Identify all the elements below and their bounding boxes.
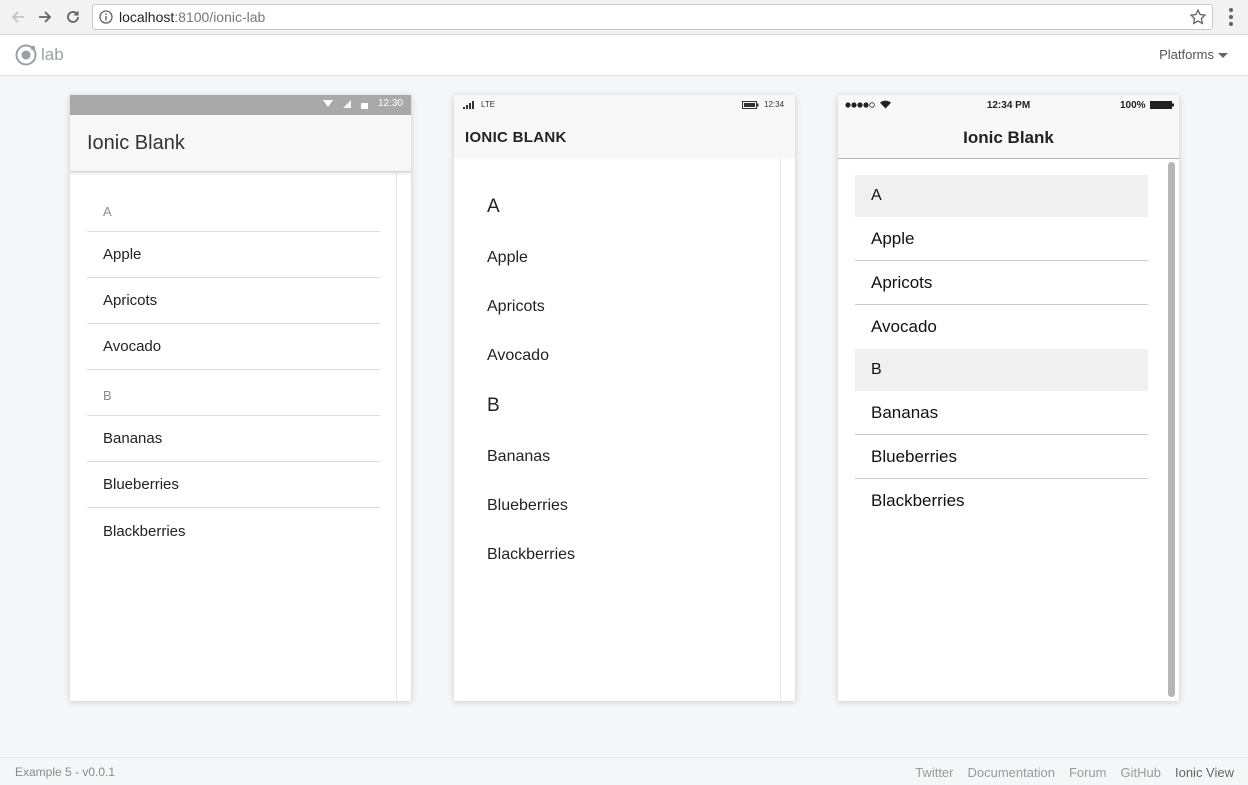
version-label: Example 5 - v0.0.1: [15, 765, 116, 779]
arrow-left-icon: [11, 11, 24, 23]
url-host: localhost: [119, 9, 175, 25]
ios-status-bar: 12:34 PM 100%: [838, 95, 1179, 115]
address-bar[interactable]: localhost:8100/ionic-lab: [92, 4, 1213, 30]
info-icon[interactable]: [99, 10, 113, 24]
platforms-label: Platforms: [1159, 47, 1214, 62]
list-item[interactable]: Blackberries: [487, 530, 767, 579]
url-text[interactable]: localhost:8100/ionic-lab: [119, 9, 265, 25]
caret-down-icon: [1218, 53, 1228, 58]
page-title: Ionic Blank: [963, 128, 1054, 147]
windows-content[interactable]: A Apple Apricots Avocado B Bananas Blueb…: [454, 159, 795, 701]
list-item[interactable]: Avocado: [87, 324, 380, 370]
list-item[interactable]: Bananas: [487, 432, 767, 481]
twitter-link[interactable]: Twitter: [915, 765, 953, 780]
windows-status-bar: LTE 12:34: [454, 95, 795, 115]
network-label: LTE: [481, 100, 496, 109]
url-path: :8100/ionic-lab: [174, 9, 266, 25]
ionic-view-link[interactable]: Ionic View: [1175, 765, 1234, 780]
list-item[interactable]: Blueberries: [487, 481, 767, 530]
forward-button[interactable]: [33, 5, 57, 29]
browser-menu-button[interactable]: [1224, 6, 1238, 28]
windows-time: 12:34: [764, 100, 785, 109]
list-item[interactable]: Blueberries: [855, 435, 1148, 479]
footer-links: Twitter Documentation Forum GitHub Ionic…: [915, 765, 1234, 780]
list-item[interactable]: Apple: [855, 217, 1148, 261]
list-item[interactable]: Apple: [87, 232, 380, 278]
list-header-b: B: [487, 395, 500, 416]
list-header-a: A: [487, 196, 500, 217]
scrollbar[interactable]: [396, 172, 397, 701]
reload-icon: [67, 11, 79, 23]
list-item[interactable]: Bananas: [87, 416, 380, 462]
android-preview: 12:30 Ionic Blank A Apple Apricots Avoca…: [70, 95, 411, 701]
github-link[interactable]: GitHub: [1121, 765, 1161, 780]
list-header-b: B: [855, 349, 1148, 391]
ios-toolbar: Ionic Blank: [838, 115, 1179, 159]
arrow-right-icon: [39, 11, 52, 23]
ios-content[interactable]: A Apple Apricots Avocado B Bananas Blueb…: [838, 159, 1179, 701]
ios-list: A Apple Apricots Avocado B Bananas Blueb…: [855, 175, 1148, 523]
battery-icon: [360, 102, 368, 109]
page-title: Ionic Blank: [87, 132, 185, 154]
list-item[interactable]: Apricots: [87, 278, 380, 324]
list-item[interactable]: Blueberries: [87, 462, 380, 508]
list-item[interactable]: Apricots: [855, 261, 1148, 305]
lab-logo: lab: [14, 43, 64, 67]
list-item[interactable]: Avocado: [855, 305, 1148, 349]
scrollbar[interactable]: [1168, 162, 1175, 697]
reload-button[interactable]: [61, 5, 85, 29]
windows-preview: LTE 12:34 IONIC BLANK A Apple Apricots A…: [454, 95, 795, 701]
documentation-link[interactable]: Documentation: [968, 765, 1055, 780]
signal-bars-icon: [463, 101, 474, 109]
list-item[interactable]: Apricots: [487, 282, 767, 331]
list-item[interactable]: Bananas: [855, 391, 1148, 435]
list-item[interactable]: Blackberries: [855, 479, 1148, 523]
lab-footer: Example 5 - v0.0.1 Twitter Documentation…: [0, 757, 1248, 785]
battery-icon: [742, 101, 759, 109]
ios-preview: 12:34 PM 100% Ionic Blank A Apple Aprico…: [838, 95, 1179, 701]
list-item[interactable]: Blackberries: [87, 508, 380, 554]
android-status-bar: 12:30: [70, 95, 411, 115]
android-list: A Apple Apricots Avocado B Bananas Blueb…: [87, 186, 380, 554]
list-header-b: B: [87, 370, 380, 416]
list-header-a: A: [87, 186, 380, 232]
browser-toolbar: localhost:8100/ionic-lab: [0, 0, 1248, 35]
forum-link[interactable]: Forum: [1069, 765, 1107, 780]
list-item[interactable]: Avocado: [487, 331, 767, 380]
android-time: 12:30: [377, 98, 403, 109]
windows-list: A Apple Apricots Avocado B Bananas Blueb…: [487, 181, 767, 579]
battery-percent: 100%: [1120, 100, 1146, 111]
list-header-a: A: [855, 175, 1148, 217]
bookmark-star-icon[interactable]: [1189, 8, 1207, 26]
back-button[interactable]: [6, 5, 30, 29]
android-content[interactable]: A Apple Apricots Avocado B Bananas Blueb…: [70, 172, 411, 701]
scrollbar[interactable]: [780, 159, 781, 701]
page-title: IONIC BLANK: [465, 129, 567, 146]
wifi-icon: [322, 100, 333, 107]
logo-text: lab: [41, 45, 64, 64]
platforms-dropdown[interactable]: Platforms: [1159, 47, 1228, 62]
ionic-logo-icon: [15, 44, 37, 66]
battery-icon: [1150, 101, 1174, 109]
list-item[interactable]: Apple: [487, 233, 767, 282]
lab-header: lab Platforms: [0, 35, 1248, 76]
windows-toolbar: IONIC BLANK: [454, 115, 795, 159]
signal-icon: [342, 99, 351, 108]
android-toolbar: Ionic Blank: [70, 115, 411, 172]
